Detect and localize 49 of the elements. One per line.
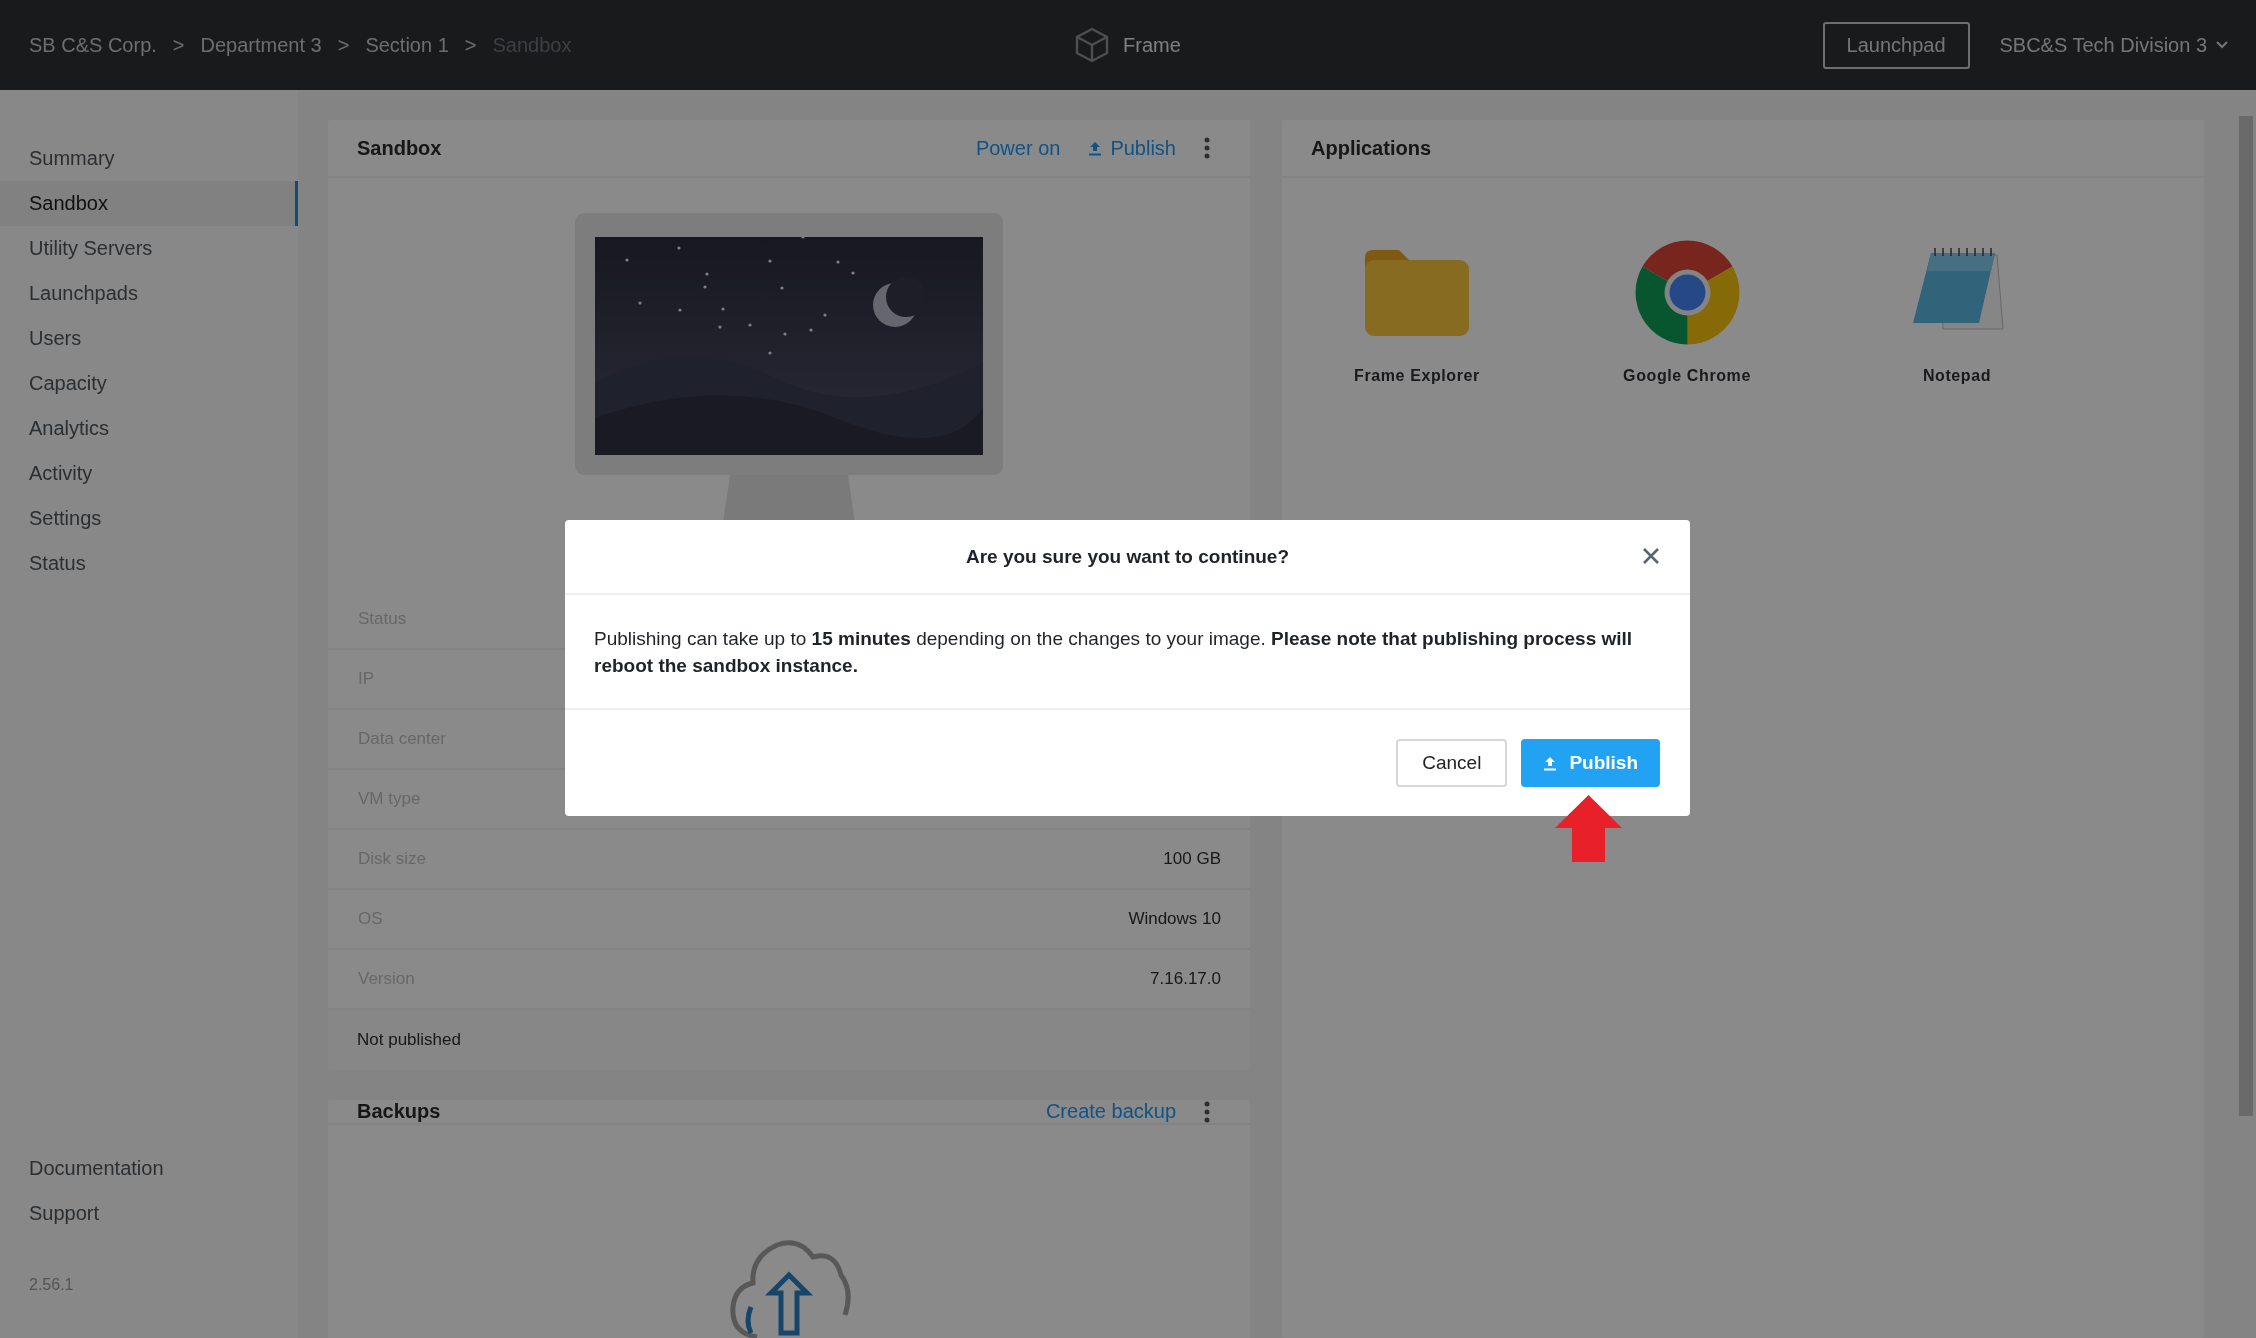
nav-item[interactable]: Users xyxy=(0,316,298,361)
cube-logo-icon xyxy=(1075,27,1109,63)
nav-item[interactable]: Utility Servers xyxy=(0,226,298,271)
app-name[interactable]: Frame Explorer xyxy=(1354,367,1480,385)
nav-item[interactable]: Capacity xyxy=(0,361,298,406)
app-name[interactable]: Notepad xyxy=(1922,367,1992,385)
upload-icon xyxy=(1088,140,1103,156)
nav-item[interactable]: Status xyxy=(0,541,298,586)
card-title: Applications xyxy=(1311,136,1432,160)
card-title: Backups xyxy=(357,1100,442,1123)
folder-icon xyxy=(1365,249,1469,336)
scrollbar-thumb[interactable] xyxy=(2239,116,2253,1116)
cloud-upload-icon xyxy=(727,1237,851,1338)
browser-icon xyxy=(1634,240,1740,345)
publish-link[interactable]: Publish xyxy=(1088,136,1176,160)
action-link[interactable]: Power on xyxy=(975,136,1061,160)
more-options-icon[interactable] xyxy=(1204,137,1210,159)
breadcrumb-link[interactable]: SB C&S Corp. xyxy=(29,33,157,57)
breadcrumb-link[interactable]: Department 3 xyxy=(200,33,322,57)
nav-item[interactable]: Activity xyxy=(0,451,298,496)
account-menu[interactable]: SBC&S Tech Division 3 xyxy=(1999,33,2228,57)
detail-value: 100 GB xyxy=(1163,849,1221,869)
breadcrumb-link[interactable]: Section 1 xyxy=(365,33,449,57)
pointer-arrow xyxy=(1555,795,1622,862)
nav-item[interactable]: Settings xyxy=(0,496,298,541)
create-backup-link[interactable]: Create backup xyxy=(1045,1100,1176,1123)
product-name: Frame xyxy=(1123,33,1181,57)
card-title: Sandbox xyxy=(357,136,443,160)
nav-item[interactable]: Summary xyxy=(0,136,298,181)
cancel-button[interactable]: Cancel xyxy=(1396,739,1508,787)
nav-item[interactable]: Launchpads xyxy=(0,271,298,316)
upload-icon xyxy=(1543,755,1558,771)
dialog-title: Are you sure you want to continue? xyxy=(966,545,1289,568)
dialog-message: Publishing can take up to 15 minutes depending on the changes to your image. Please note that publishing process will reboot the sandbox instance. xyxy=(565,595,1690,710)
breadcrumb-separator: > xyxy=(464,33,477,57)
publish-button[interactable]: Publish xyxy=(1521,739,1660,787)
close-icon[interactable] xyxy=(1642,547,1660,565)
chevron-down-icon xyxy=(2216,41,2228,49)
nav-item[interactable]: Analytics xyxy=(0,406,298,451)
footer-link[interactable]: Documentation xyxy=(0,1146,298,1191)
more-options-icon[interactable] xyxy=(1204,1100,1210,1123)
breadcrumb-separator: > xyxy=(337,33,350,57)
footer-link[interactable]: Support xyxy=(0,1191,298,1236)
detail-value: 7.16.17.0 xyxy=(1150,969,1221,989)
nav-item[interactable]: Sandbox xyxy=(0,181,298,226)
breadcrumb-separator: > xyxy=(172,33,185,57)
launchpad-button[interactable]: Launchpad xyxy=(1822,21,1970,69)
detail-value: Windows 10 xyxy=(1128,909,1221,929)
app-name[interactable]: Google Chrome xyxy=(1623,367,1751,385)
